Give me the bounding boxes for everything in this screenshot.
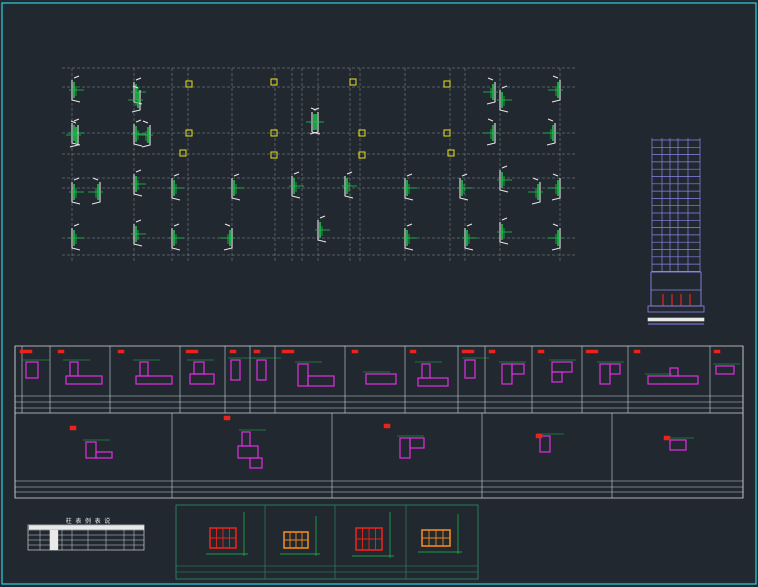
flag-icon — [461, 349, 475, 354]
flag-icon — [281, 349, 295, 354]
legend-header-fill — [28, 525, 145, 530]
flag-icon — [535, 433, 543, 439]
flag-icon — [488, 349, 496, 354]
flag-icon — [223, 415, 231, 421]
sheet-background — [0, 0, 758, 587]
base-slab — [647, 317, 705, 322]
flag-icon — [663, 435, 671, 441]
flag-icon — [383, 423, 391, 429]
drawing-canvas: 柱 表 例 表 说 — [0, 0, 758, 587]
flag-icon — [713, 349, 721, 354]
flag-icon — [117, 349, 125, 354]
legend-title: 柱 表 例 表 说 — [66, 517, 110, 525]
flag-icon — [57, 349, 65, 354]
flag-icon — [253, 349, 261, 354]
flag-icon — [537, 349, 545, 354]
flag-icon — [351, 349, 359, 354]
flag-icon — [633, 349, 641, 354]
flag-icon — [19, 349, 33, 354]
flag-icon — [409, 349, 417, 354]
legend-fill-block — [49, 529, 59, 551]
flag-icon — [229, 349, 237, 354]
flag-icon — [185, 349, 199, 354]
flag-icon — [69, 425, 77, 431]
cad-drawing: 柱 表 例 表 说 — [0, 0, 758, 587]
flag-icon — [585, 349, 599, 354]
